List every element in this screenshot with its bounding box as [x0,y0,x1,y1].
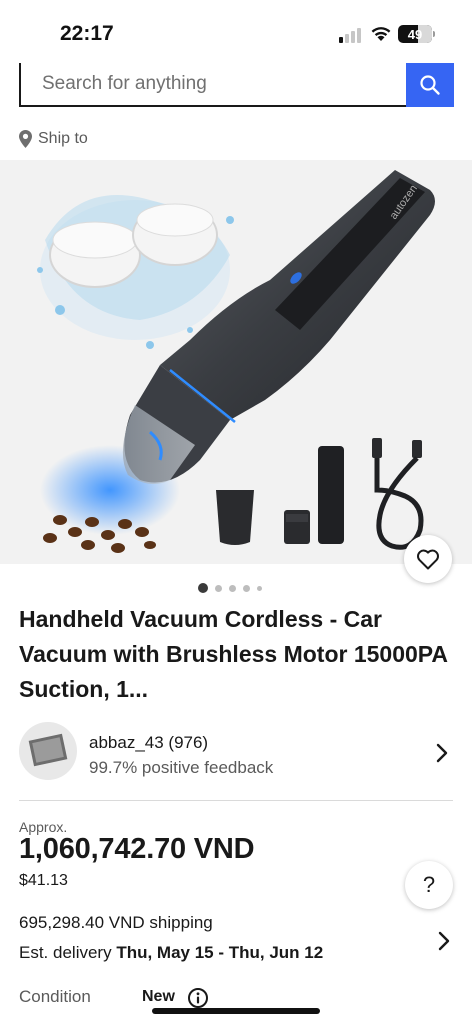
seller-avatar [19,722,77,780]
chevron-right-icon[interactable] [435,742,449,764]
home-indicator [152,1008,320,1014]
info-icon[interactable] [187,987,209,1009]
carousel-dot[interactable] [243,584,250,592]
watch-heart-button[interactable] [404,535,452,583]
shipping-cost: 695,298.40 VND shipping [19,913,213,932]
product-photo: autozen [37,170,435,553]
delivery-prefix: Est. delivery [19,943,117,962]
chevron-right-icon[interactable] [437,930,451,952]
search-button[interactable] [406,63,454,107]
wifi-icon [371,27,391,41]
price-amount: 1,060,742.70 VND [19,833,255,865]
location-pin-icon [19,130,32,148]
condition-value: New [142,988,175,1005]
seller-name[interactable]: abbaz_43 (976) [89,733,208,753]
help-icon: ? [422,872,436,897]
seller-feedback: 99.7% positive feedback [89,758,274,777]
heart-icon [417,549,439,570]
carousel-dot[interactable] [257,585,262,591]
battery-level: 49 [407,26,423,42]
status-time: 22:17 [60,22,114,45]
ship-to-link[interactable]: Ship to [19,126,88,152]
delivery-estimate: Est. delivery Thu, May 15 - Thu, Jun 12 [19,943,323,963]
product-image[interactable]: autozen [0,160,472,564]
delivery-dates: Thu, May 15 - Thu, Jun 12 [116,943,324,962]
status-bar: 22:17 49 [0,0,472,66]
image-carousel-indicator [198,582,262,594]
battery-cap [433,31,435,37]
ship-to-label: Ship to [38,130,88,147]
carousel-dot[interactable] [215,584,222,592]
carousel-dot[interactable] [198,583,208,593]
divider [19,800,453,801]
help-button[interactable]: ? [405,861,453,909]
cellular-signal-icon [339,27,363,43]
condition-label: Condition [19,987,91,1006]
seller-card[interactable]: abbaz_43 (976) 99.7% positive feedback [19,722,453,782]
carousel-dot[interactable] [229,584,236,592]
product-title: Handheld Vacuum Cordless - Car Vacuum wi… [19,606,448,702]
search-bar [19,63,454,107]
search-input[interactable] [19,63,407,107]
accessories [216,438,424,550]
battery-icon: 49 [398,25,432,43]
search-icon [420,75,440,95]
price-usd: $41.13 [19,872,68,889]
